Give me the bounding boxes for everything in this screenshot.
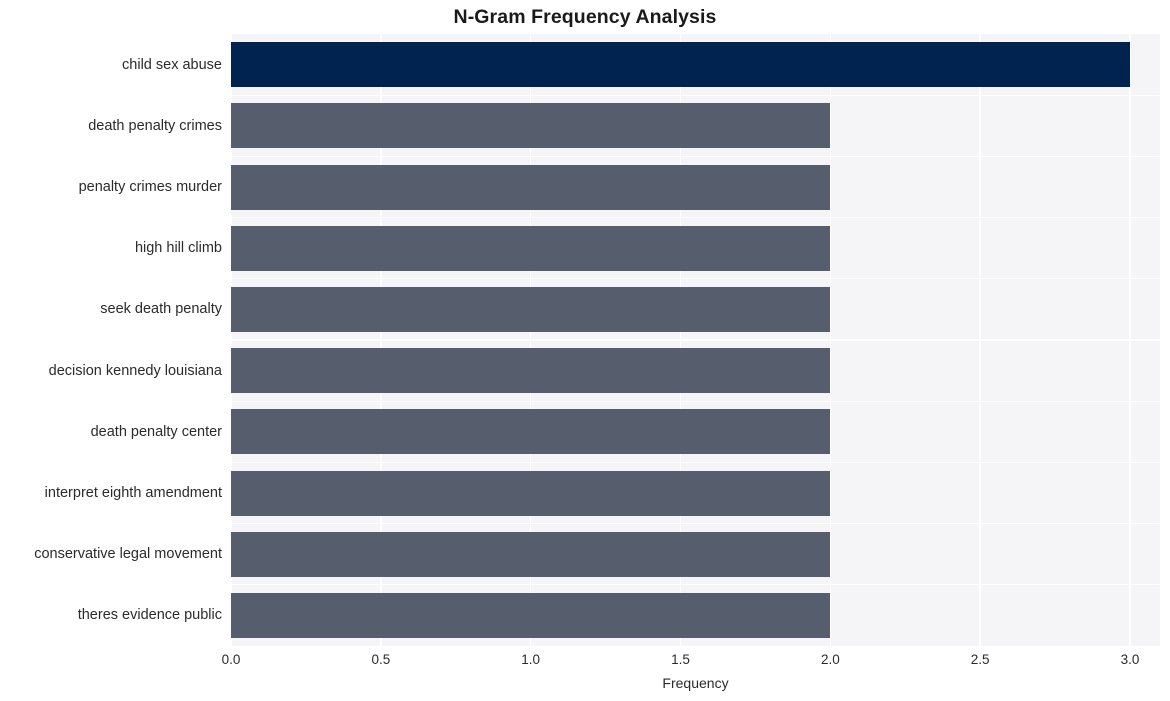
bar[interactable] (231, 286, 831, 332)
y-tick-label: penalty crimes murder (78, 179, 222, 195)
bar[interactable] (231, 348, 831, 394)
bar[interactable] (231, 531, 831, 577)
bar[interactable] (231, 225, 831, 271)
x-tick-label: 2.5 (970, 652, 990, 667)
y-gridline (231, 216, 1160, 219)
chart-title: N-Gram Frequency Analysis (453, 6, 717, 28)
y-gridline (231, 522, 1160, 525)
y-gridline (231, 155, 1160, 158)
y-tick-label: decision kennedy louisiana (48, 362, 222, 379)
y-tick-label: interpret eighth amendment (44, 485, 222, 501)
x-tick-label: 1.5 (671, 652, 690, 667)
plot-area (231, 34, 1160, 646)
y-tick-label: conservative legal movement (34, 546, 222, 563)
bar[interactable] (231, 470, 831, 516)
x-tick-label: 2.0 (820, 652, 840, 667)
y-tick-label: death penalty crimes (88, 117, 222, 134)
bar[interactable] (231, 42, 1131, 88)
x-axis-label: Frequency (662, 675, 729, 691)
y-gridline (231, 400, 1160, 402)
y-gridline (231, 278, 1160, 280)
x-tick-label: 3.0 (1120, 652, 1140, 667)
chart-figure: N-Gram Frequency Analysis child sex abus… (0, 0, 1170, 701)
x-tick-label: 0.0 (221, 652, 241, 667)
x-tick-label: 0.5 (371, 652, 391, 667)
y-tick-label: theres evidence public (77, 607, 222, 624)
x-tick-label: 1.0 (521, 652, 541, 667)
bar[interactable] (231, 164, 831, 210)
y-gridline (231, 94, 1160, 96)
bar[interactable] (231, 103, 831, 149)
y-tick-label: high hill climb (134, 240, 222, 257)
bar[interactable] (231, 409, 831, 455)
y-gridline (231, 461, 1160, 464)
y-gridline (231, 584, 1160, 586)
y-tick-label: death penalty center (90, 423, 222, 440)
y-tick-label: seek death penalty (100, 301, 222, 318)
y-gridline (231, 339, 1160, 341)
y-tick-label: child sex abuse (122, 56, 222, 73)
bar[interactable] (231, 592, 831, 638)
